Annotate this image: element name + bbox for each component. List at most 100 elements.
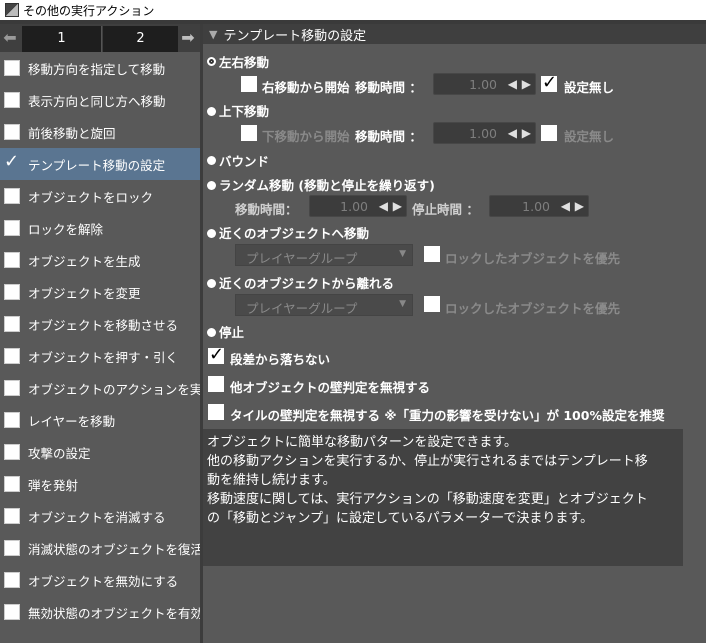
radio-stop[interactable] xyxy=(207,326,216,340)
decrement-icon[interactable]: ◀ xyxy=(508,126,517,140)
vertical-start-checkbox[interactable] xyxy=(241,125,257,144)
sidebar-item-label: ロックを解除 xyxy=(28,221,104,237)
random-move-time-label: 移動時間： xyxy=(235,202,298,217)
ignore-tile-wall-checkbox[interactable] xyxy=(208,404,224,423)
radio-icon xyxy=(207,156,216,165)
increment-icon[interactable]: ▶ xyxy=(522,126,531,140)
sidebar-item[interactable]: オブジェクトのアクションを実 xyxy=(0,372,200,404)
chevron-down-icon: ▼ xyxy=(399,249,406,259)
sidebar-item-checkbox[interactable] xyxy=(4,92,20,108)
settings-panel: ▼ テンプレート移動の設定 左右移動 右移動から開始 移動時間 ： 1.00 ◀… xyxy=(203,24,706,643)
horizontal-start-label: 右移動から開始 xyxy=(262,80,350,95)
sidebar-item-checkbox[interactable] xyxy=(4,316,20,332)
section-header[interactable]: ▼ テンプレート移動の設定 xyxy=(203,24,706,44)
sidebar-item-checkbox[interactable] xyxy=(4,348,20,364)
vertical-unset-checkbox[interactable] xyxy=(541,125,557,144)
sidebar-item[interactable]: 前後移動と旋回 xyxy=(0,116,200,148)
app-icon xyxy=(5,3,19,17)
description-box: オブジェクトに簡単な移動パターンを設定できます。 他の移動アクションを実行するか… xyxy=(203,429,683,566)
bound-label: バウンド xyxy=(219,154,270,169)
sidebar-item[interactable]: オブジェクトを押す・引く xyxy=(0,340,200,372)
sidebar-item-checkbox[interactable] xyxy=(4,124,20,140)
sidebar-item[interactable]: オブジェクトを生成 xyxy=(0,244,200,276)
tab-1[interactable]: 1 xyxy=(22,26,102,52)
tab-2[interactable]: 2 xyxy=(103,26,178,52)
horizontal-time-value: 1.00 xyxy=(469,77,497,92)
sidebar-item-label: オブジェクトを移動させる xyxy=(28,317,179,333)
radio-depart[interactable] xyxy=(207,277,216,291)
sidebar-item[interactable]: オブジェクトを消滅する xyxy=(0,500,200,532)
sidebar-item[interactable]: 消滅状態のオブジェクトを復活 xyxy=(0,532,200,564)
sidebar-item[interactable]: ロックを解除 xyxy=(0,212,200,244)
horizontal-unset-label: 設定無し xyxy=(564,80,615,95)
check-icon: ✓ xyxy=(209,344,225,365)
depart-group-dropdown[interactable]: プレイヤーグループ ▼ xyxy=(235,294,413,316)
approach-group-dropdown[interactable]: プレイヤーグループ ▼ xyxy=(235,244,413,266)
sidebar-item-checkbox[interactable] xyxy=(4,220,20,236)
radio-approach[interactable] xyxy=(207,227,216,241)
sidebar-item-label: 無効状態のオブジェクトを有効 xyxy=(28,605,200,621)
sidebar-item-checkbox[interactable] xyxy=(4,60,20,76)
decrement-icon[interactable]: ◀ xyxy=(561,199,570,213)
sidebar-item[interactable]: オブジェクトを変更 xyxy=(0,276,200,308)
sidebar-item[interactable]: 移動方向を指定して移動 xyxy=(0,52,200,84)
arrow-left-icon[interactable]: ⬅ xyxy=(0,28,20,48)
radio-random[interactable] xyxy=(207,179,216,193)
sidebar-item-checkbox[interactable] xyxy=(4,380,20,396)
horizontal-time-spinner[interactable]: 1.00 ◀ ▶ xyxy=(433,73,536,95)
decrement-icon[interactable]: ◀ xyxy=(379,199,388,213)
random-stop-time-spinner[interactable]: 1.00 ◀ ▶ xyxy=(489,195,589,217)
increment-icon[interactable]: ▶ xyxy=(393,199,402,213)
sidebar-item-label: オブジェクトを消滅する xyxy=(28,509,166,525)
increment-icon[interactable]: ▶ xyxy=(575,199,584,213)
sidebar-item[interactable]: レイヤーを移動 xyxy=(0,404,200,436)
sidebar-item[interactable]: オブジェクトを無効にする xyxy=(0,564,200,596)
no-fall-checkbox[interactable]: ✓ xyxy=(208,344,225,367)
approach-group-value: プレイヤーグループ xyxy=(246,251,358,266)
sidebar-item-checkbox[interactable] xyxy=(4,572,20,588)
sidebar-item-label: オブジェクトを変更 xyxy=(28,285,141,301)
radio-icon xyxy=(207,181,216,190)
sidebar-item-checkbox[interactable] xyxy=(4,444,20,460)
sidebar-item-checkbox[interactable] xyxy=(4,284,20,300)
sidebar-item[interactable]: 無効状態のオブジェクトを有効 xyxy=(0,596,200,628)
sidebar-item-label: オブジェクトをロック xyxy=(28,189,154,205)
sidebar-item[interactable]: 弾を発射 xyxy=(0,468,200,500)
sidebar-item[interactable]: 攻撃の設定 xyxy=(0,436,200,468)
vertical-start-label: 下移動から開始 xyxy=(262,129,350,144)
random-move-time-spinner[interactable]: 1.00 ◀ ▶ xyxy=(309,195,407,217)
sidebar-item[interactable]: 表示方向と同じ方へ移動 xyxy=(0,84,200,116)
sidebar-item-label: 消滅状態のオブジェクトを復活 xyxy=(28,541,200,557)
sidebar-item-checkbox[interactable] xyxy=(4,412,20,428)
radio-horizontal[interactable] xyxy=(207,55,216,69)
horizontal-time-label: 移動時間 ： xyxy=(355,80,422,95)
depart-label: 近くのオブジェクトから離れる xyxy=(219,276,395,291)
sidebar-item-checkbox[interactable] xyxy=(4,188,20,204)
description-line: 他の移動アクションを実行するか、停止が実行されるまではテンプレート移 xyxy=(207,454,648,469)
sidebar-item-label: オブジェクトのアクションを実 xyxy=(28,381,200,397)
vertical-time-spinner[interactable]: 1.00 ◀ ▶ xyxy=(433,122,536,144)
horizontal-unset-checkbox[interactable]: ✓ xyxy=(541,74,557,95)
window-title: その他の実行アクション xyxy=(23,3,155,18)
sidebar-item-checkbox[interactable] xyxy=(4,508,20,524)
sidebar-item-checkbox[interactable] xyxy=(4,604,20,620)
approach-lock-checkbox[interactable] xyxy=(424,246,440,265)
horizontal-start-checkbox[interactable] xyxy=(241,76,257,95)
radio-vertical[interactable] xyxy=(207,105,216,119)
sidebar-item[interactable]: オブジェクトをロック xyxy=(0,180,200,212)
description-line: の「移動とジャンプ」に設定しているパラメーターで決まります。 xyxy=(207,511,594,526)
increment-icon[interactable]: ▶ xyxy=(522,77,531,91)
sidebar-item-checkbox[interactable]: ✓ xyxy=(4,153,20,172)
title-bar: その他の実行アクション xyxy=(0,0,706,20)
sidebar-item[interactable]: ✓ テンプレート移動の設定 xyxy=(0,148,200,180)
sidebar-item-checkbox[interactable] xyxy=(4,540,20,556)
arrow-right-icon[interactable]: ➡ xyxy=(178,28,198,48)
sidebar-item-checkbox[interactable] xyxy=(4,476,20,492)
sidebar-item[interactable]: オブジェクトを移動させる xyxy=(0,308,200,340)
depart-lock-checkbox[interactable] xyxy=(424,296,440,315)
random-stop-time-value: 1.00 xyxy=(522,199,550,214)
ignore-object-wall-checkbox[interactable] xyxy=(208,376,224,395)
decrement-icon[interactable]: ◀ xyxy=(508,77,517,91)
radio-bound[interactable] xyxy=(207,154,216,168)
sidebar-item-checkbox[interactable] xyxy=(4,252,20,268)
